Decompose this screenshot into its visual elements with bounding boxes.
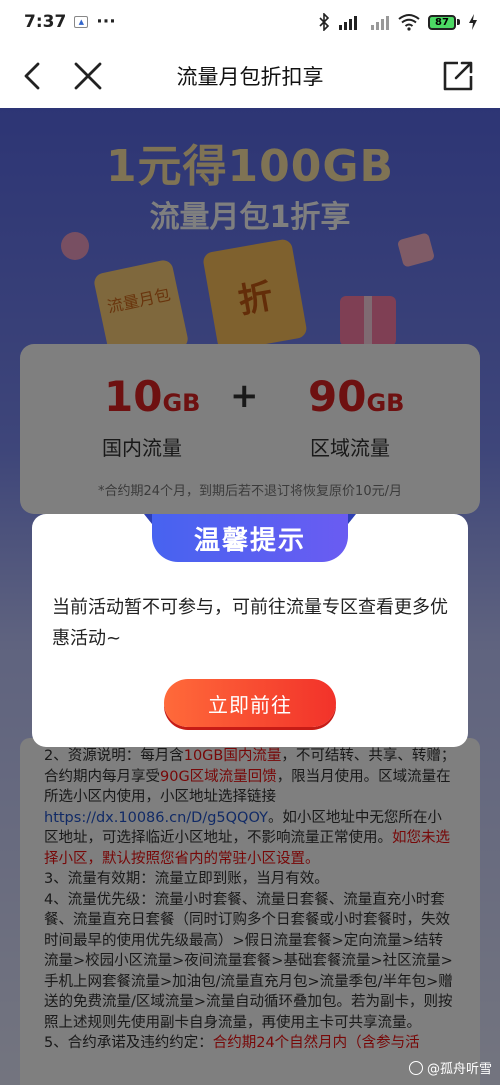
notification-app-icon: ▲ bbox=[74, 16, 89, 28]
battery-icon: 87 bbox=[428, 14, 460, 30]
back-icon[interactable] bbox=[14, 56, 54, 96]
status-right: 87 bbox=[318, 13, 478, 31]
dialog-message: 当前活动暂不可参与，可前往流量专区查看更多优惠活动~ bbox=[52, 597, 448, 649]
status-more: ··· bbox=[96, 12, 116, 32]
nav-bar: 流量月包折扣享 bbox=[0, 44, 500, 108]
bluetooth-icon bbox=[319, 13, 330, 31]
battery-level: 87 bbox=[428, 14, 456, 30]
share-icon[interactable] bbox=[438, 56, 478, 96]
close-icon[interactable] bbox=[68, 56, 108, 96]
dialog-title: 温馨提示 bbox=[152, 514, 348, 562]
charging-icon bbox=[469, 14, 477, 30]
watermark-logo-icon bbox=[408, 1060, 423, 1075]
signal-2-icon bbox=[371, 16, 389, 30]
signal-icon bbox=[339, 16, 357, 30]
go-now-button[interactable]: 立即前往 bbox=[164, 679, 336, 727]
page-title: 流量月包折扣享 bbox=[176, 65, 324, 89]
watermark: @孤舟听雪 bbox=[408, 1058, 492, 1077]
status-time: 7:37 bbox=[24, 12, 67, 32]
status-left: 7:37 ▲ ··· bbox=[24, 12, 116, 32]
notice-dialog: 温馨提示 当前活动暂不可参与，可前往流量专区查看更多优惠活动~ 立即前往 bbox=[32, 514, 468, 747]
wifi-icon bbox=[398, 14, 420, 31]
status-bar: 7:37 ▲ ··· 87 bbox=[0, 0, 500, 44]
